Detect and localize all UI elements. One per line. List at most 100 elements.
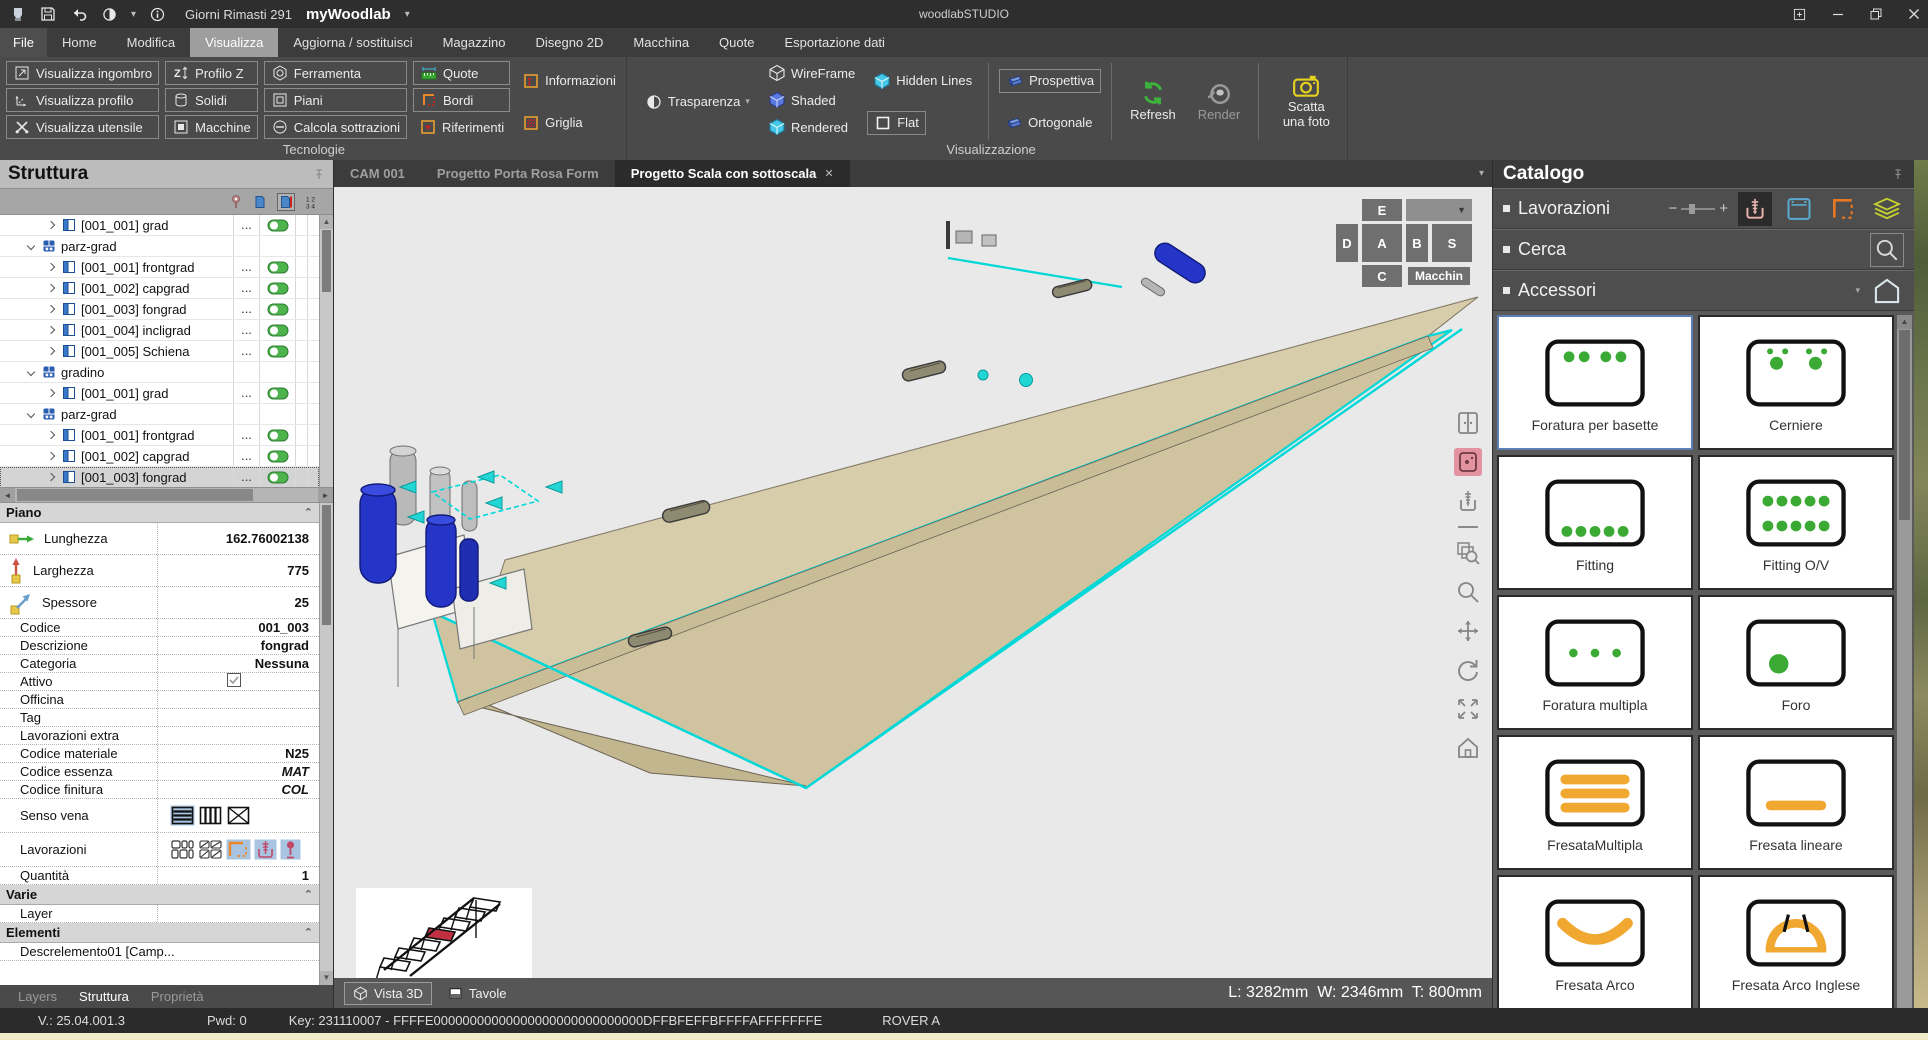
view-button-s[interactable]: S (1432, 224, 1472, 262)
catalog-section-accessori[interactable]: Accessori ▾ (1493, 270, 1914, 311)
visibility-toggle[interactable] (259, 278, 295, 298)
piani-button[interactable]: Piani (264, 88, 407, 112)
document-tab-progetto-porta-rosa-form[interactable]: Progetto Porta Rosa Form (421, 160, 615, 187)
row-options-button[interactable]: ... (233, 467, 259, 487)
scroll-left-icon[interactable]: ◄ (0, 488, 15, 502)
hidden-lines-button[interactable]: Hidden Lines (867, 69, 978, 93)
view-button-e[interactable]: E (1362, 199, 1402, 221)
scroll-right-icon[interactable]: ► (318, 488, 333, 502)
catalog-tile-cerniere[interactable]: Cerniere (1698, 315, 1894, 450)
chevron-right-icon[interactable] (46, 262, 56, 272)
search-icon[interactable] (1870, 233, 1904, 267)
attivo-checkbox[interactable] (158, 672, 319, 691)
catalog-scrollbar[interactable]: ▲ (1897, 315, 1912, 1008)
view-button-macchina[interactable]: Macchin (1406, 265, 1472, 287)
catalog-tile-fresatamultipla[interactable]: FresataMultipla (1497, 735, 1693, 870)
menu-item-visualizza[interactable]: Visualizza (190, 28, 278, 57)
tab-layers[interactable]: Layers (18, 989, 57, 1004)
tree-row[interactable]: [001_003] fongrad... (0, 467, 319, 487)
machining-hatch-icon[interactable] (198, 839, 223, 860)
griglia-button[interactable]: Griglia (516, 111, 622, 135)
row-options-button[interactable]: ... (233, 383, 259, 403)
catalog-tile-foro[interactable]: Foro (1698, 595, 1894, 730)
tab-list-chevron-icon[interactable]: ▾ (1479, 168, 1484, 179)
catalog-section-cerca[interactable]: Cerca (1493, 229, 1914, 270)
tab-close-icon[interactable]: ✕ (824, 167, 833, 180)
close-icon[interactable] (1908, 8, 1920, 20)
menu-item-aggiorna-sostituisci[interactable]: Aggiorna / sostituisci (278, 28, 427, 57)
menu-item-home[interactable]: Home (47, 28, 112, 57)
section-header-elementi[interactable]: Elementi⌃ (0, 923, 319, 943)
property-row-officina[interactable]: Officina (0, 691, 319, 709)
cabinet-view-icon[interactable] (1454, 409, 1482, 437)
menu-item-file[interactable]: File (0, 28, 47, 57)
visibility-toggle[interactable] (259, 299, 295, 319)
property-row-codice-materiale[interactable]: Codice materialeN25 (0, 745, 319, 763)
refresh-button[interactable]: Refresh (1122, 61, 1184, 142)
home-accessories-icon[interactable] (1870, 274, 1904, 308)
edge-corner-icon[interactable] (1826, 192, 1860, 226)
ferramenta-button[interactable]: Ferramenta (264, 61, 407, 85)
calcola-sottrazioni-button[interactable]: Calcola sottrazioni (264, 115, 407, 139)
quote-button[interactable]: Quote (413, 61, 510, 85)
shaded-button[interactable]: Shaded (762, 88, 861, 112)
visibility-toggle[interactable] (259, 236, 295, 256)
zoom-icon[interactable] (1454, 578, 1482, 606)
row-options-button[interactable]: ... (233, 299, 259, 319)
property-row-lavorazioni-extra[interactable]: Lavorazioni extra (0, 727, 319, 745)
view-button-a[interactable]: A (1362, 224, 1402, 262)
rotate-view-icon[interactable] (1454, 656, 1482, 684)
tree-row[interactable]: [001_004] incligrad... (0, 320, 319, 341)
chevron-right-icon[interactable] (46, 451, 56, 461)
machining-edge-icon[interactable] (226, 839, 251, 860)
visualizza-utensile-button[interactable]: Visualizza utensile (6, 115, 159, 139)
visualizza-ingombro-button[interactable]: Visualizza ingombro (6, 61, 159, 85)
document-tab-cam-001[interactable]: CAM 001 (334, 160, 421, 187)
row-options-button[interactable]: ... (233, 425, 259, 445)
catalog-tile-fresata-arco-inglese[interactable]: Fresata Arco Inglese (1698, 875, 1894, 1008)
sort-order-icon[interactable]: 1 23 4 (305, 195, 319, 209)
property-value[interactable]: 001_003 (158, 620, 319, 635)
menu-item-disegno-2d[interactable]: Disegno 2D (520, 28, 618, 57)
project-thumbnail[interactable] (356, 888, 532, 978)
tree-row[interactable]: gradino (0, 362, 319, 383)
pin-icon[interactable] (1892, 168, 1904, 180)
visibility-toggle[interactable] (259, 446, 295, 466)
restore-icon[interactable] (1870, 8, 1882, 20)
menu-item-esportazione-dati[interactable]: Esportazione dati (769, 28, 899, 57)
theme-dropdown-chevron-icon[interactable]: ▾ (131, 9, 136, 20)
visibility-toggle[interactable] (259, 467, 295, 487)
panel-view-marked-icon[interactable] (277, 193, 295, 211)
row-options-button[interactable]: ... (233, 278, 259, 298)
visibility-toggle[interactable] (259, 320, 295, 340)
tree-row[interactable]: [001_001] frontgrad... (0, 257, 319, 278)
tree-row[interactable]: [001_001] grad... (0, 383, 319, 404)
tree-row[interactable]: [001_002] capgrad... (0, 446, 319, 467)
grain-horizontal-icon[interactable] (170, 805, 195, 826)
pan-icon[interactable] (1454, 617, 1482, 645)
section-header-piano[interactable]: Piano⌃ (0, 503, 319, 523)
riferimenti-button[interactable]: Riferimenti (413, 115, 510, 139)
menu-item-magazzino[interactable]: Magazzino (428, 28, 521, 57)
machining-grid-icon[interactable] (170, 839, 195, 860)
vista-3d-tab[interactable]: Vista 3D (344, 982, 432, 1005)
properties-scrollbar[interactable]: ▼ (319, 503, 333, 985)
tree-row[interactable]: [001_003] fongrad... (0, 299, 319, 320)
row-options-button[interactable]: ... (233, 257, 259, 277)
row-options-button[interactable]: ... (233, 341, 259, 361)
rendered-button[interactable]: Rendered (762, 115, 861, 139)
visibility-toggle[interactable] (259, 404, 295, 424)
tab-struttura[interactable]: Struttura (79, 989, 129, 1004)
property-value[interactable]: fongrad (158, 638, 319, 653)
chevron-right-icon[interactable] (46, 325, 56, 335)
catalog-tile-fitting[interactable]: Fitting (1497, 455, 1693, 590)
profilo-z-button[interactable]: ZProfilo Z (165, 61, 258, 85)
property-value[interactable]: 25 (158, 595, 319, 610)
chevron-right-icon[interactable] (46, 283, 56, 293)
visualizza-profilo-button[interactable]: Visualizza profilo (6, 88, 159, 112)
chevron-right-icon[interactable] (46, 388, 56, 398)
row-options-button[interactable]: ... (233, 215, 259, 235)
property-row-layer[interactable]: Layer (0, 905, 319, 923)
menu-item-macchina[interactable]: Macchina (618, 28, 704, 57)
undo-icon[interactable] (70, 7, 88, 21)
